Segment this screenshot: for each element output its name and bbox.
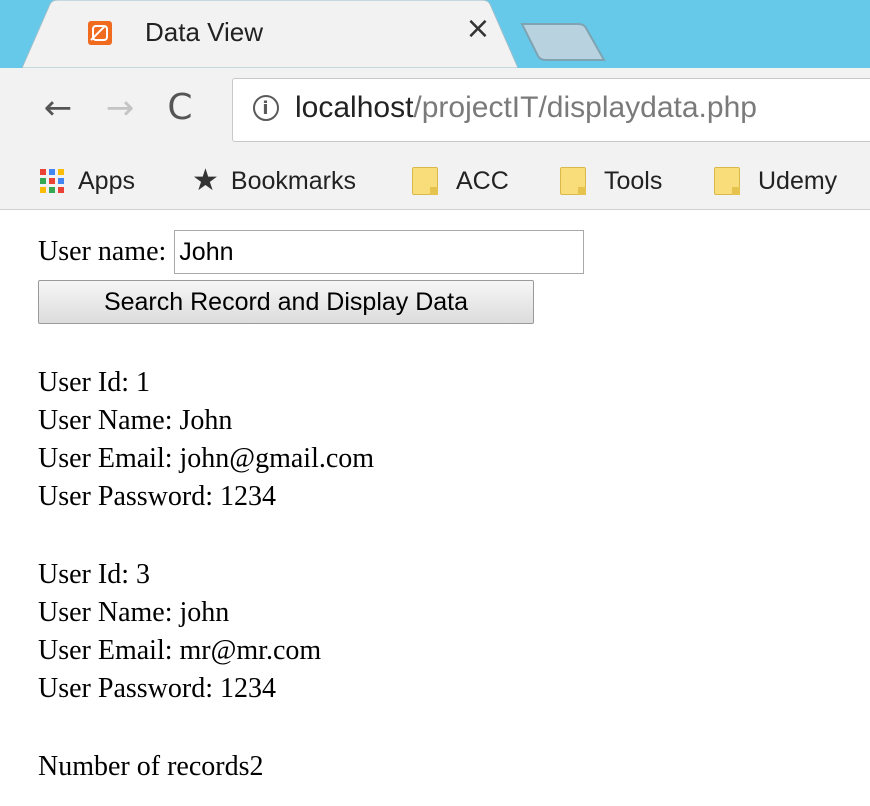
folder-icon [412, 167, 438, 195]
back-arrow-icon[interactable]: ← [38, 88, 78, 128]
bookmark-label: Apps [78, 166, 135, 195]
user-email-line: User Email: john@gmail.com [38, 443, 375, 474]
bookmark-label: Bookmarks [230, 166, 356, 195]
user-id-line: User Id: 3 [38, 559, 150, 590]
tab-title: Data View [145, 17, 264, 47]
apps-grid-icon [40, 169, 64, 193]
close-icon[interactable]: × [462, 13, 494, 45]
username-label: User name: [38, 236, 167, 267]
bookmark-label: Tools [604, 166, 663, 195]
record: User Id: 1 User Name: John User Email: j… [38, 364, 798, 516]
bookmark-apps[interactable]: Apps [40, 152, 135, 210]
reload-icon[interactable]: C [160, 88, 200, 128]
bookmark-label: ACC [456, 166, 509, 195]
url-text[interactable]: localhost/projectIT/displaydata.php [295, 91, 757, 125]
folder-icon [560, 167, 586, 195]
user-name-line: User Name: john [38, 597, 230, 628]
bookmark-label: Udemy [758, 166, 838, 195]
bookmark-tools[interactable]: Tools [560, 152, 662, 210]
forward-arrow-icon[interactable]: → [100, 88, 140, 128]
url-path: /projectIT/displaydata.php [413, 91, 757, 124]
browser-toolbar: ← → C i localhost/projectIT/displaydata.… [0, 68, 870, 152]
search-button[interactable]: Search Record and Display Data [38, 280, 534, 324]
record: User Id: 3 User Name: john User Email: m… [38, 556, 798, 708]
search-form: User name: [38, 230, 585, 274]
new-tab-button[interactable] [520, 22, 606, 62]
record-count: Number of records2 [38, 751, 264, 782]
username-input[interactable] [174, 230, 585, 274]
address-bar[interactable]: i localhost/projectIT/displaydata.php [232, 78, 870, 142]
tab-strip: Data View × [0, 0, 870, 68]
bookmark-bookmarks[interactable]: ★ Bookmarks [192, 152, 356, 210]
user-id-line: User Id: 1 [38, 367, 150, 398]
records-list: User Id: 1 User Name: John User Email: j… [38, 364, 798, 786]
bookmarks-bar: Apps ★ Bookmarks ACC Tools Udemy [0, 152, 870, 210]
folder-icon [714, 167, 740, 195]
bookmark-udemy[interactable]: Udemy [714, 152, 837, 210]
user-password-line: User Password: 1234 [38, 481, 276, 512]
user-name-line: User Name: John [38, 405, 233, 436]
url-host: localhost [295, 91, 414, 124]
star-icon: ★ [192, 163, 219, 198]
tab-data-view[interactable]: Data View × [22, 0, 518, 68]
user-email-line: User Email: mr@mr.com [38, 635, 322, 666]
info-icon[interactable]: i [253, 95, 279, 121]
user-password-line: User Password: 1234 [38, 673, 276, 704]
xampp-icon [88, 21, 112, 45]
bookmark-acc[interactable]: ACC [412, 152, 509, 210]
